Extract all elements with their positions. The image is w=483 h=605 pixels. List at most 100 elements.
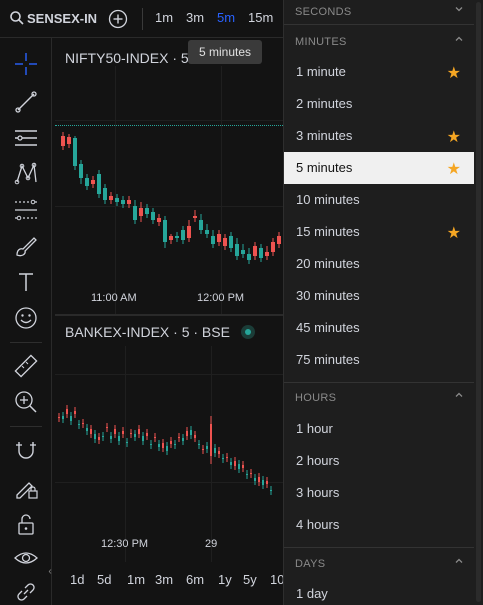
candle-body	[194, 435, 196, 438]
candle-body	[258, 477, 260, 482]
candle-body	[122, 431, 124, 434]
candle-body	[202, 449, 204, 450]
star-icon[interactable]: ★	[447, 159, 461, 179]
interval-option-75-minutes[interactable]: 75 minutes	[284, 344, 475, 376]
candle-body	[229, 236, 233, 248]
chevron-up-icon	[454, 34, 464, 47]
candle-body	[253, 246, 257, 256]
link-icon[interactable]	[12, 578, 40, 605]
interval-5m-button[interactable]: 5m	[217, 10, 235, 25]
option-label: 15 minutes	[296, 224, 360, 239]
add-symbol-icon[interactable]	[108, 9, 128, 29]
range-5d-button[interactable]: 5d	[97, 572, 111, 587]
range-6m-button[interactable]: 6m	[186, 572, 204, 587]
range-1d-button[interactable]: 1d	[70, 572, 84, 587]
interval-option-2-hours[interactable]: 2 hours	[284, 445, 475, 477]
candle-body	[217, 234, 221, 242]
horizontal-lines-icon[interactable]	[12, 124, 40, 152]
section-label: MINUTES	[295, 36, 347, 48]
candle-body	[109, 196, 113, 200]
magnet-icon[interactable]	[12, 436, 40, 464]
candle-body	[157, 218, 161, 222]
interval-option-1-day[interactable]: 1 day	[284, 578, 475, 605]
chevron-down-icon	[454, 4, 464, 17]
option-label: 4 hours	[296, 517, 340, 532]
crosshair-icon[interactable]	[12, 50, 40, 78]
lock-drawing-icon[interactable]	[12, 474, 40, 502]
toolbar-divider	[10, 342, 42, 343]
range-3m-button[interactable]: 3m	[155, 572, 173, 587]
option-label: 30 minutes	[296, 288, 360, 303]
candle-body	[91, 180, 95, 184]
star-icon[interactable]: ★	[447, 63, 461, 83]
interval-tooltip: 5 minutes	[188, 40, 262, 64]
price-series	[61, 132, 281, 264]
candle-body	[186, 431, 188, 436]
toolbar-divider	[10, 426, 42, 427]
candle-body	[181, 230, 185, 240]
candle-body	[193, 216, 197, 218]
interval-option-10-minutes[interactable]: 10 minutes	[284, 184, 475, 216]
star-icon[interactable]: ★	[447, 223, 461, 243]
emoji-icon[interactable]	[12, 304, 40, 332]
ruler-icon[interactable]	[12, 352, 40, 380]
dropdown-scrollbar[interactable]	[474, 0, 483, 605]
range-5y-button[interactable]: 5y	[243, 572, 257, 587]
interval-option-45-minutes[interactable]: 45 minutes	[284, 312, 475, 344]
time-axis-label: 11:00 AM	[91, 292, 137, 304]
interval-option-2-minutes[interactable]: 2 minutes	[284, 88, 475, 120]
candle-body	[222, 458, 224, 459]
section-label: DAYS	[295, 558, 326, 570]
interval-3m-button[interactable]: 3m	[186, 10, 204, 25]
interval-option-1-hour[interactable]: 1 hour	[284, 413, 475, 445]
candle-body	[67, 137, 71, 144]
option-label: 2 minutes	[296, 96, 353, 111]
candle-body	[97, 174, 101, 194]
interval-option-4-hours[interactable]: 4 hours	[284, 509, 475, 541]
trend-line-icon[interactable]	[12, 88, 40, 116]
symbol-search-button[interactable]: SENSEX-IN	[27, 11, 97, 26]
interval-option-3-minutes[interactable]: 3 minutes ★	[284, 120, 475, 152]
candle-body	[214, 448, 216, 453]
interval-option-5-minutes[interactable]: 5 minutes ★	[284, 152, 475, 184]
fib-retracement-icon[interactable]	[12, 196, 40, 224]
brush-icon[interactable]	[12, 232, 40, 260]
search-icon[interactable]	[9, 10, 25, 26]
eye-icon[interactable]	[12, 544, 40, 572]
text-icon[interactable]	[12, 268, 40, 296]
range-1m-button[interactable]: 1m	[127, 572, 145, 587]
interval-option-20-minutes[interactable]: 20 minutes	[284, 248, 475, 280]
section-header-minutes[interactable]: MINUTES	[284, 30, 483, 56]
unlock-icon[interactable]	[12, 510, 40, 538]
option-label: 2 hours	[296, 453, 340, 468]
candle-body	[130, 433, 132, 434]
section-divider	[284, 382, 483, 383]
candle-body	[174, 444, 176, 445]
interval-option-3-hours[interactable]: 3 hours	[284, 477, 475, 509]
candle-body	[102, 436, 104, 437]
collapse-toolbar-icon[interactable]: ‹	[45, 562, 55, 582]
star-icon[interactable]: ★	[447, 127, 461, 147]
zoom-in-icon[interactable]	[12, 388, 40, 416]
candle-body	[138, 429, 140, 434]
interval-1m-button[interactable]: 1m	[155, 10, 173, 25]
interval-option-1-minute[interactable]: 1 minute ★	[284, 56, 475, 88]
candle-body	[206, 446, 208, 449]
chevron-up-icon	[454, 556, 464, 569]
candle-body	[162, 443, 164, 448]
candle-body	[86, 428, 88, 431]
candle-body	[234, 461, 236, 466]
interval-15m-button[interactable]: 15m	[248, 10, 273, 25]
candle-body	[85, 178, 89, 186]
candle-body	[170, 441, 172, 444]
option-label: 3 hours	[296, 485, 340, 500]
range-1y-button[interactable]: 1y	[218, 572, 232, 587]
section-header-seconds[interactable]: SECONDS	[284, 0, 483, 26]
interval-option-15-minutes[interactable]: 15 minutes ★	[284, 216, 475, 248]
section-header-days[interactable]: DAYS	[284, 552, 483, 578]
section-header-hours[interactable]: HOURS	[284, 386, 483, 412]
pattern-icon[interactable]	[12, 160, 40, 188]
interval-option-30-minutes[interactable]: 30 minutes	[284, 280, 475, 312]
section-label: HOURS	[295, 392, 337, 404]
candle-body	[118, 436, 120, 441]
